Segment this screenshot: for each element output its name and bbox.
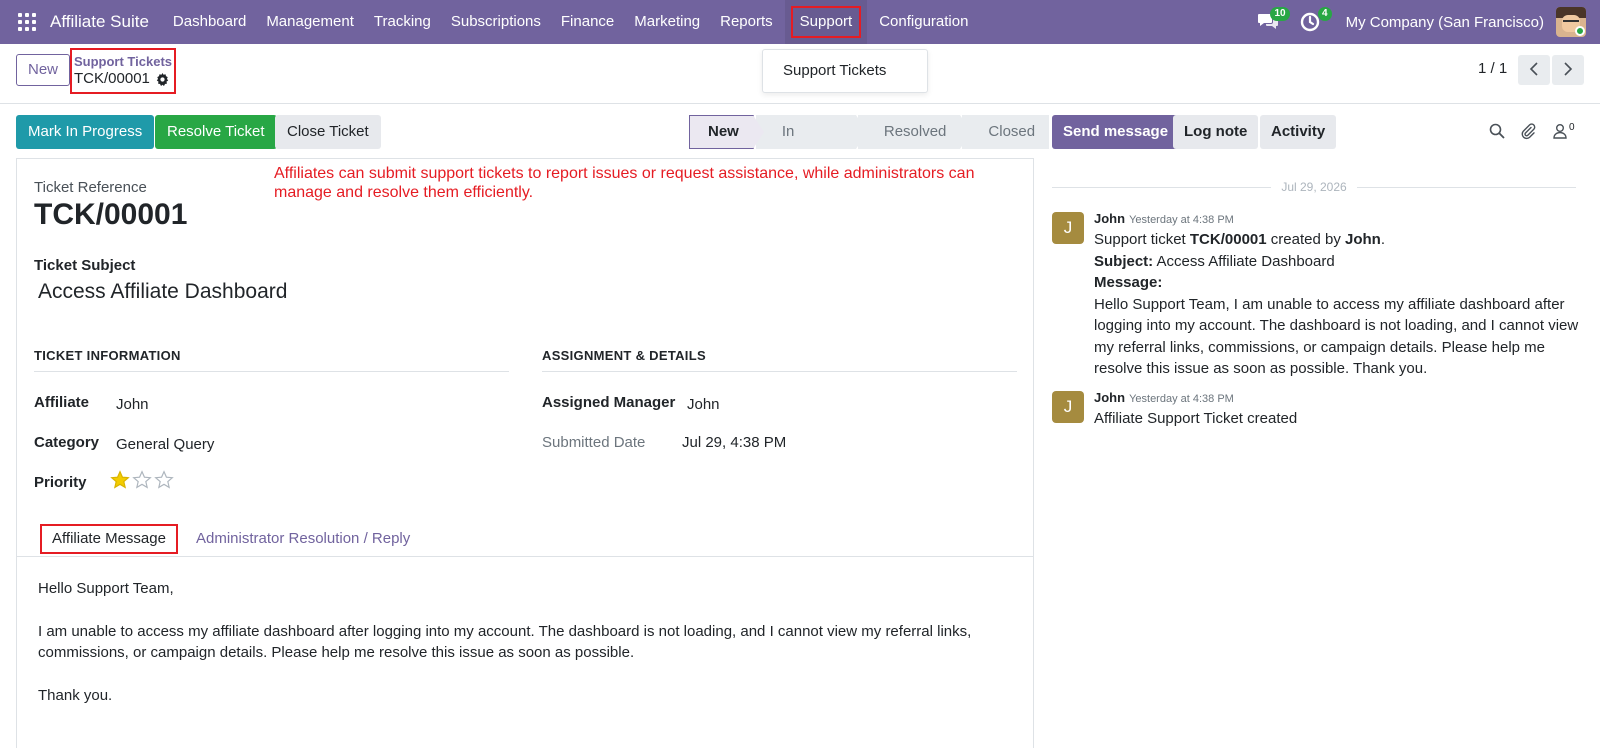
stage-closed[interactable]: Closed — [962, 115, 1050, 149]
menu-marketing[interactable]: Marketing — [624, 0, 710, 44]
stage-in-progress[interactable]: In Progress — [755, 115, 867, 174]
close-ticket-button[interactable]: Close Ticket — [275, 115, 381, 149]
menu-support[interactable]: Support — [784, 0, 868, 44]
message-paragraph: I am unable to access my affiliate dashb… — [38, 623, 972, 661]
message-text: . — [1380, 231, 1386, 248]
ticket-subject-label: Ticket Subject — [34, 257, 136, 274]
menu-finance[interactable]: Finance — [551, 0, 624, 44]
send-message-button[interactable]: Send message — [1052, 115, 1180, 149]
affiliate-label: Affiliate — [34, 394, 90, 411]
followers-count: 0 — [1569, 121, 1575, 133]
navbar-systray: 10 4 My Company (San Francisco) — [1254, 0, 1600, 44]
menu-reports[interactable]: Reports — [710, 0, 783, 44]
message-paragraph: Hello Support Team, — [38, 580, 174, 597]
menu-tracking[interactable]: Tracking — [364, 0, 441, 44]
stage-new[interactable]: New — [689, 115, 764, 149]
avatar[interactable]: J — [1052, 391, 1084, 423]
new-button[interactable]: New — [16, 54, 71, 86]
mark-in-progress-button[interactable]: Mark In Progress — [16, 115, 155, 149]
pager-next-button[interactable] — [1552, 55, 1584, 85]
gear-icon[interactable] — [156, 72, 169, 86]
chatter-date-separator: Jul 29, 2026 — [1052, 180, 1577, 194]
breadcrumb: Support Tickets TCK/00001 — [70, 48, 176, 94]
paperclip-icon[interactable] — [1520, 123, 1536, 140]
star-icon[interactable] — [154, 470, 176, 493]
author-name[interactable]: John — [1094, 390, 1125, 405]
ticket-reference-label: Ticket Reference — [34, 179, 147, 196]
star-icon[interactable] — [132, 470, 154, 493]
affiliate-field[interactable]: John — [116, 396, 149, 413]
messages-badge: 10 — [1270, 7, 1290, 21]
message-label: Message: — [1094, 274, 1163, 291]
category-field[interactable]: General Query — [116, 436, 214, 453]
followers-icon[interactable]: 0 — [1552, 121, 1575, 139]
assignment-details-heading: ASSIGNMENT & DETAILS — [542, 348, 1017, 372]
breadcrumb-parent-link[interactable]: Support Tickets — [74, 55, 174, 69]
message-full-text: Hello Support Team, I am unable to acces… — [1094, 295, 1579, 378]
assigned-manager-field[interactable]: John — [687, 396, 720, 413]
notebook-tab-divider — [17, 556, 1033, 557]
resolve-ticket-button[interactable]: Resolve Ticket — [155, 115, 277, 149]
ticket-information-heading: TICKET INFORMATION — [34, 348, 509, 372]
affiliate-message-content[interactable]: Hello Support Team, I am unable to acces… — [38, 578, 998, 728]
assigned-manager-label: Assigned Manager — [542, 394, 676, 411]
control-panel: New Support Tickets TCK/00001 Support Ti… — [0, 44, 1600, 104]
app-brand[interactable]: Affiliate Suite — [50, 12, 149, 32]
date-separator-label: Jul 29, 2026 — [1281, 180, 1347, 194]
search-icon[interactable] — [1489, 123, 1505, 139]
breadcrumb-dropdown-item[interactable]: Support Tickets — [762, 49, 928, 93]
category-label: Category — [34, 434, 100, 451]
apps-grid-icon[interactable] — [18, 13, 36, 31]
chevron-left-icon — [1529, 61, 1539, 79]
submitted-date-label: Submitted Date — [542, 434, 646, 451]
log-note-button[interactable]: Log note — [1173, 115, 1259, 149]
top-navbar: Affiliate Suite Dashboard Management Tra… — [0, 0, 1600, 44]
pager-value[interactable]: 1 / 1 — [1478, 60, 1507, 77]
menu-configuration[interactable]: Configuration — [869, 0, 978, 44]
stage-resolved[interactable]: Resolved — [857, 115, 971, 149]
message-body: Support ticket TCK/00001 created by John… — [1094, 229, 1580, 380]
menu-management[interactable]: Management — [256, 0, 364, 44]
message-time: Yesterday at 4:38 PM — [1129, 393, 1234, 405]
message-body: Affiliate Support Ticket created — [1094, 410, 1298, 427]
message-author-ref: John — [1345, 231, 1381, 248]
message-subject-value: Access Affiliate Dashboard — [1153, 252, 1335, 270]
message-subject-label: Subject: — [1094, 252, 1154, 270]
annotation-note: Affiliates can submit support tickets to… — [274, 165, 975, 201]
avatar[interactable]: J — [1052, 212, 1084, 244]
ticket-reference-value: TCK/00001 — [34, 198, 188, 231]
message-text: created by — [1266, 231, 1345, 248]
message-ticket-ref: TCK/00001 — [1189, 231, 1267, 248]
pager-previous-button[interactable] — [1518, 55, 1550, 85]
menu-subscriptions[interactable]: Subscriptions — [441, 0, 551, 44]
ticket-subject-field[interactable]: Access Affiliate Dashboard — [38, 280, 287, 304]
breadcrumb-current: TCK/00001 — [74, 69, 174, 89]
submitted-date-value: Jul 29, 4:38 PM — [682, 434, 787, 451]
company-switcher[interactable]: My Company (San Francisco) — [1346, 14, 1544, 31]
priority-stars — [110, 470, 176, 493]
message-time: Yesterday at 4:38 PM — [1129, 214, 1234, 226]
user-avatar[interactable] — [1556, 7, 1586, 37]
message-author: John Yesterday at 4:38 PM — [1094, 211, 1234, 226]
star-icon[interactable] — [110, 470, 132, 493]
tab-affiliate-message[interactable]: Affiliate Message — [40, 524, 178, 554]
message-text: Support ticket — [1094, 231, 1190, 248]
clock-activity-icon[interactable]: 4 — [1296, 7, 1332, 34]
message-author: John Yesterday at 4:38 PM — [1094, 390, 1234, 405]
stage-pipeline: New In Progress Resolved Closed — [689, 115, 1051, 174]
chevron-right-icon — [1563, 61, 1573, 79]
tab-administrator-resolution[interactable]: Administrator Resolution / Reply — [196, 530, 410, 547]
chat-bubbles-icon[interactable]: 10 — [1254, 7, 1290, 34]
activity-button[interactable]: Activity — [1260, 115, 1337, 149]
message-paragraph: Thank you. — [38, 687, 113, 704]
main-menu: Dashboard Management Tracking Subscripti… — [163, 0, 979, 44]
menu-dashboard[interactable]: Dashboard — [163, 0, 256, 44]
author-name[interactable]: John — [1094, 211, 1125, 226]
form-statusbar: Mark In Progress Resolve Ticket Close Ti… — [0, 104, 1050, 174]
priority-label: Priority — [34, 474, 87, 491]
breadcrumb-current-label: TCK/00001 — [74, 70, 150, 87]
activities-badge: 4 — [1318, 7, 1332, 21]
